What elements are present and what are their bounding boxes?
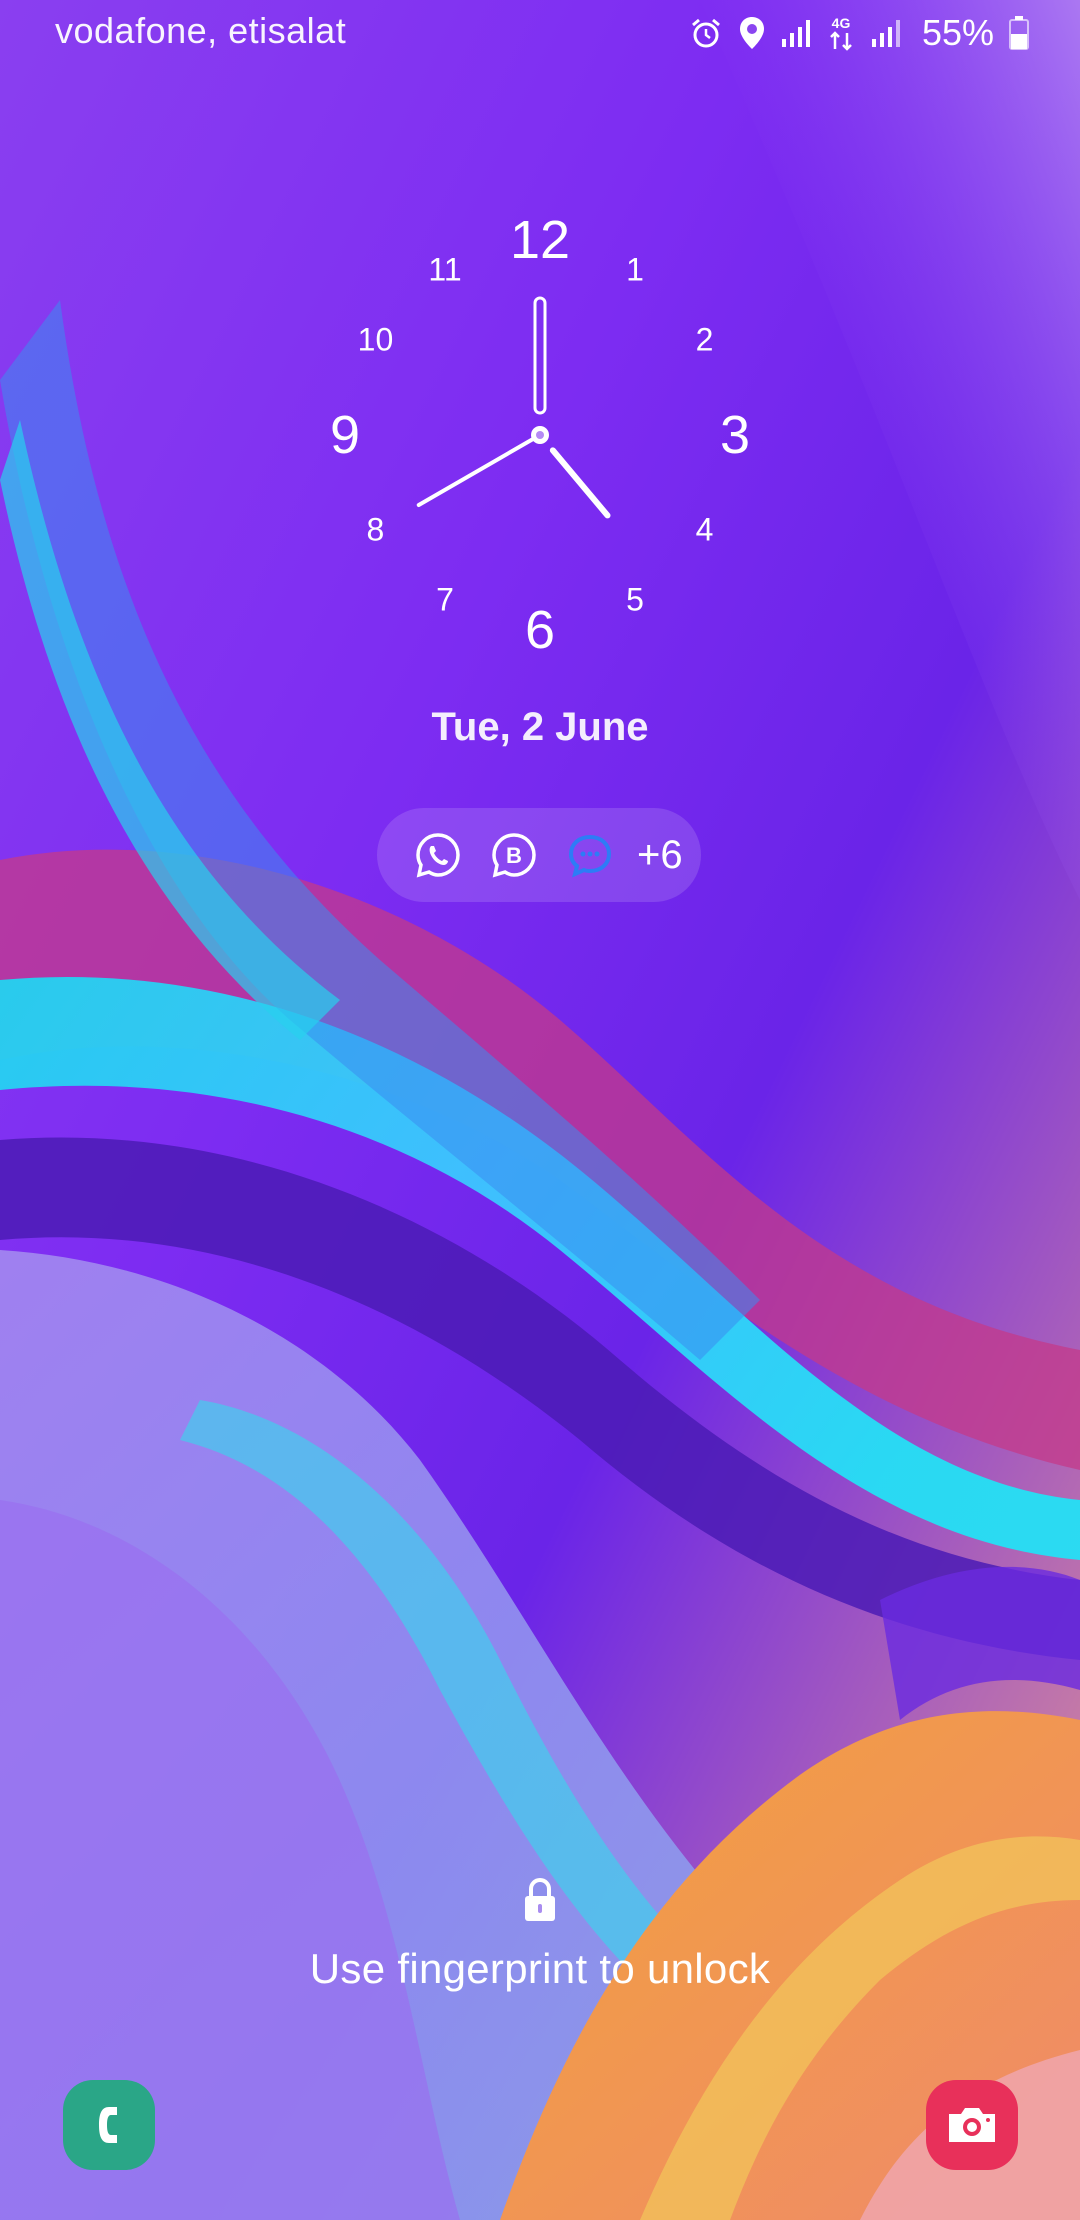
analog-clock: 12 1 2 3 4 5 6 7 8 9 10 11 bbox=[300, 210, 780, 660]
lock-screen: vodafone, etisalat 4G 55% 12 1 2 3 4 5 6… bbox=[0, 0, 1080, 2220]
status-icons: 4G 55% bbox=[688, 8, 1030, 58]
svg-text:B: B bbox=[506, 843, 522, 868]
messages-icon[interactable] bbox=[565, 830, 615, 880]
clock-minute-hand bbox=[416, 433, 542, 507]
clock-number-10: 10 bbox=[357, 321, 394, 358]
network-type-label: 4G bbox=[832, 15, 851, 31]
clock-number-12: 12 bbox=[509, 210, 571, 270]
whatsapp-business-icon[interactable]: B bbox=[489, 830, 539, 880]
notification-icons[interactable]: B +6 bbox=[377, 808, 701, 902]
camera-shortcut-button[interactable] bbox=[926, 2080, 1018, 2170]
phone-icon bbox=[99, 2107, 117, 2143]
clock-hour-hand bbox=[549, 447, 611, 519]
signal-icon bbox=[781, 20, 810, 47]
clock-second-hand bbox=[533, 296, 547, 415]
clock-number-5: 5 bbox=[626, 581, 644, 618]
whatsapp-icon[interactable] bbox=[413, 830, 463, 880]
clock-number-6: 6 bbox=[524, 600, 556, 660]
clock-number-4: 4 bbox=[695, 511, 714, 548]
clock-number-9: 9 bbox=[329, 405, 361, 465]
status-bar: vodafone, etisalat 4G 55% bbox=[0, 0, 1080, 68]
unlock-hint: Use fingerprint to unlock bbox=[309, 1945, 771, 1992]
clock-number-1: 1 bbox=[626, 251, 644, 288]
signal-icon bbox=[871, 20, 900, 47]
camera-icon bbox=[949, 2108, 995, 2142]
clock-number-2: 2 bbox=[695, 321, 714, 358]
battery-percent: 55% bbox=[921, 12, 994, 53]
alarm-icon bbox=[691, 18, 720, 48]
clock-number-11: 11 bbox=[428, 251, 462, 288]
more-notifications-count: +6 bbox=[637, 832, 683, 877]
battery-icon bbox=[1009, 16, 1029, 50]
clock-hands bbox=[416, 296, 611, 519]
phone-shortcut-button[interactable] bbox=[63, 2080, 155, 2170]
clock-number-7: 7 bbox=[436, 581, 454, 618]
lock-icon bbox=[525, 1877, 555, 1921]
location-icon bbox=[739, 17, 764, 49]
date-label: Tue, 2 June bbox=[431, 705, 649, 749]
carrier-label: vodafone, etisalat bbox=[55, 10, 347, 51]
clock-number-3: 3 bbox=[719, 405, 751, 465]
clock-number-8: 8 bbox=[366, 511, 385, 548]
data-4g-icon: 4G bbox=[830, 15, 852, 51]
